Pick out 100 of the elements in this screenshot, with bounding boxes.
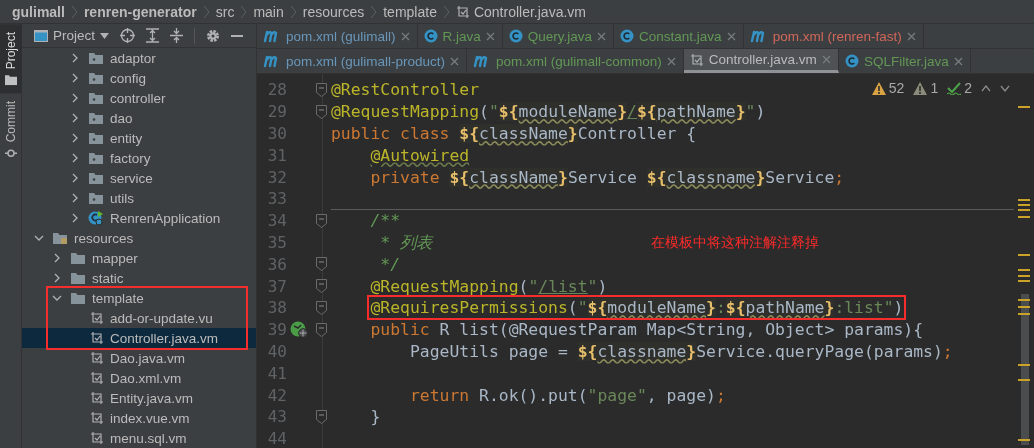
chevron-icon — [240, 4, 248, 19]
tree-item[interactable]: Dao.java.vm — [22, 348, 256, 368]
expand-all-icon[interactable] — [146, 28, 160, 43]
fold-marker-icon[interactable] — [315, 279, 327, 294]
tree-item[interactable]: RenrenApplication — [22, 208, 256, 228]
tree-item[interactable]: Entity.java.vm — [22, 388, 256, 408]
fold-marker-icon[interactable] — [315, 104, 327, 119]
tree-item[interactable]: template — [22, 288, 256, 308]
package-folder-icon — [88, 131, 104, 145]
breadcrumb-item[interactable]: main — [253, 3, 284, 20]
template-file-icon — [90, 311, 104, 325]
fold-marker-icon[interactable] — [315, 322, 327, 337]
collapse-all-icon[interactable] — [170, 28, 184, 43]
chevron-icon — [442, 4, 450, 19]
line-number: 41 — [266, 363, 287, 383]
tree-item[interactable]: Controller.java.vm — [22, 328, 256, 348]
code-line: @RequestMapping("${moduleName}/${pathName}") — [331, 102, 766, 122]
tree-item[interactable]: mapper — [22, 248, 256, 268]
tree-item[interactable]: index.vue.vm — [22, 408, 256, 428]
tree-item[interactable]: menu.sql.vm — [22, 428, 256, 448]
close-icon[interactable] — [485, 31, 495, 41]
tool-window-tab[interactable]: Commit — [0, 93, 22, 168]
tree-item[interactable]: service — [22, 168, 256, 188]
tool-window-tab[interactable]: Project — [0, 24, 22, 94]
code-line: @RequestMapping("/list") — [370, 276, 608, 296]
dropdown-caret-icon[interactable] — [100, 32, 110, 39]
tree-item[interactable]: static — [22, 268, 256, 288]
template-file-icon — [90, 431, 104, 445]
folder-icon — [70, 291, 86, 305]
editor-tab[interactable]: pom.xml (renren-fast) — [743, 24, 924, 48]
tree-item[interactable]: factory — [22, 148, 256, 168]
editor-tab[interactable]: pom.xml (gulimall-product) — [257, 49, 468, 73]
code-line: */ — [380, 254, 401, 274]
panel-title[interactable]: Project — [53, 28, 96, 43]
close-icon[interactable] — [726, 31, 736, 41]
code-line: @Autowired — [370, 145, 470, 165]
inspection-counter[interactable]: 2 — [947, 80, 972, 96]
editor-tab[interactable]: Constant.java — [614, 24, 744, 48]
settings-icon[interactable] — [206, 28, 221, 43]
close-icon[interactable] — [400, 31, 410, 41]
line-number: 40 — [266, 341, 287, 361]
commit-icon — [5, 147, 17, 160]
editor-tab[interactable]: pom.xml (gulimall) — [257, 24, 418, 48]
breadcrumb-item[interactable]: resources — [302, 3, 365, 20]
locate-icon[interactable] — [120, 28, 136, 43]
close-icon[interactable] — [597, 31, 607, 41]
close-icon[interactable] — [906, 31, 916, 41]
minimize-icon[interactable] — [231, 33, 244, 38]
editor-tab[interactable]: R.java — [417, 24, 503, 48]
inspection-counter[interactable]: 1 — [913, 80, 939, 96]
package-folder-icon — [88, 51, 104, 65]
fold-marker-icon[interactable] — [315, 213, 327, 228]
editor-tab[interactable]: Query.java — [502, 24, 615, 48]
application-class-icon — [88, 210, 104, 226]
breadcrumb-item[interactable]: renren-generator — [83, 3, 197, 20]
tree-item[interactable]: entity — [22, 128, 256, 148]
template-file-icon — [90, 371, 104, 385]
breadcrumb-item[interactable]: src — [215, 3, 235, 20]
package-folder-icon — [88, 111, 104, 125]
line-number: 43 — [266, 407, 287, 427]
class-icon — [844, 54, 859, 68]
tree-item[interactable]: utils — [22, 188, 256, 208]
chevron-icon — [370, 4, 378, 19]
fold-marker-icon[interactable] — [315, 82, 327, 97]
breadcrumb-item[interactable]: gulimall — [12, 3, 65, 20]
line-number: 28 — [266, 80, 287, 100]
line-number: 32 — [266, 167, 287, 187]
chevron-icon — [289, 4, 297, 19]
line-number: 34 — [266, 211, 287, 231]
editor-tab[interactable]: SQLFilter.java — [838, 49, 971, 73]
tree-item[interactable]: add-or-update.vu — [22, 308, 256, 328]
line-number: 38 — [266, 298, 287, 318]
fold-marker-icon[interactable] — [315, 409, 327, 424]
checkmark-icon — [947, 81, 962, 95]
code-line: return R.ok().put("page", page); — [409, 385, 726, 405]
template-file-icon — [90, 411, 104, 425]
code-line: /** — [370, 211, 401, 231]
editor-tab[interactable]: Controller.java.vm — [683, 49, 839, 73]
tree-item[interactable]: controller — [22, 88, 256, 108]
tree-item[interactable]: adaptor — [22, 48, 256, 68]
breadcrumb-item[interactable]: template — [383, 3, 437, 20]
code-line: public R list(@RequestParam Map<String, Object> params){ — [370, 320, 924, 340]
tree-item[interactable]: config — [22, 68, 256, 88]
template-file-icon — [689, 52, 704, 67]
close-icon[interactable] — [450, 56, 460, 66]
annotation-note: 在模板中将这种注解注释掉 — [651, 234, 819, 252]
fold-marker-icon[interactable] — [315, 257, 327, 272]
tree-item[interactable]: Dao.xml.vm — [22, 368, 256, 388]
close-icon[interactable] — [953, 56, 963, 66]
editor-tab[interactable]: pom.xml (gulimall-common) — [467, 49, 684, 73]
folder-icon — [70, 251, 86, 265]
line-number: 39 — [266, 320, 287, 340]
close-icon[interactable] — [666, 56, 676, 66]
tree-item[interactable]: dao — [22, 108, 256, 128]
fold-marker-icon[interactable] — [315, 300, 327, 315]
code-line: * 列表 — [380, 231, 433, 254]
code-line: } — [370, 407, 381, 427]
breadcrumb-item[interactable]: Controller.java.vm — [473, 3, 586, 20]
tree-item[interactable]: resources — [22, 228, 256, 248]
inspection-counter[interactable]: 52 — [871, 80, 905, 96]
